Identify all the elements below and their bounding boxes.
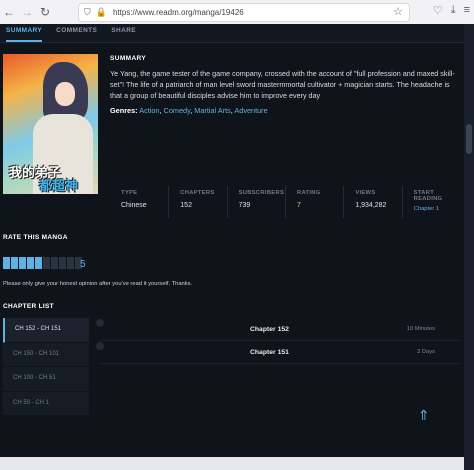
stat-type-value: Chinese — [121, 202, 147, 209]
rating-box[interactable] — [67, 257, 74, 269]
cover-title: 我的弟子 都超神 — [9, 166, 78, 192]
bottom-banner — [0, 457, 464, 470]
tab-share[interactable]: SHARE — [111, 24, 136, 42]
stat-rating-value: 7 — [296, 202, 301, 209]
download-icon[interactable]: ⤓ — [451, 4, 456, 17]
url-text[interactable]: https://www.readm.org/manga/19426 — [113, 8, 244, 17]
cover-title-line2: 都超神 — [39, 178, 79, 193]
stat-rating-label: RATING — [296, 190, 321, 196]
stat-type-label: TYPE — [121, 190, 138, 196]
chapter-title[interactable]: Chapter 152 — [250, 326, 360, 333]
rating-note: Please only give your honest opinion aft… — [3, 281, 193, 287]
shield-icon[interactable]: ⛉ — [84, 7, 91, 18]
lock-icon[interactable]: 🔒 — [96, 7, 107, 18]
rating-box[interactable] — [11, 257, 18, 269]
cover-image: 我的弟子 都超神 — [3, 54, 98, 194]
chapter-time: 10 Minutes — [406, 326, 435, 332]
rating-box[interactable] — [19, 257, 26, 269]
summary-text: Ye Yang, the game tester of the game com… — [110, 69, 455, 100]
chapter-title[interactable]: Chapter 151 — [250, 349, 360, 356]
chapter-range-list: CH 152 - CH 151 CH 150 - CH 101 CH 100 -… — [3, 318, 89, 416]
stat-chapters-value: 152 — [180, 202, 192, 209]
cover-art-face — [55, 82, 75, 106]
chapter-time: 3 Days — [416, 349, 435, 355]
chapter-range-item[interactable]: CH 50 - CH 1 — [3, 391, 89, 416]
star-icon[interactable]: ☆ — [393, 5, 403, 18]
rating-selector[interactable] — [3, 257, 83, 269]
pocket-icon[interactable]: ♡ — [433, 4, 443, 17]
manga-tabs: SUMMARY COMMENTS SHARE — [0, 24, 464, 43]
browser-toolbar: ← → ↻ ⛉ 🔒 https://www.readm.org/manga/19… — [0, 0, 474, 25]
genre-martial-arts[interactable]: Martial Arts — [194, 106, 231, 115]
page-scrollbar[interactable] — [464, 24, 474, 470]
scroll-to-top-icon[interactable]: ⇑ — [418, 408, 430, 422]
menu-icon[interactable]: ≡ — [464, 4, 470, 17]
stat-subscribers: SUBSCRIBERS 739 — [226, 186, 285, 218]
rating-box[interactable] — [59, 257, 66, 269]
chapter-row[interactable]: Chapter 152 10 Minutes — [100, 318, 460, 341]
back-arrow-icon[interactable]: ← — [0, 5, 18, 19]
rate-heading: RATE THIS MANGA — [3, 234, 68, 241]
chapter-range-item[interactable]: CH 150 - CH 101 — [3, 342, 89, 367]
stat-subscribers-label: SUBSCRIBERS — [238, 190, 285, 196]
stat-type: TYPE Chinese — [110, 186, 168, 218]
rating-box[interactable] — [3, 257, 10, 269]
stat-chapters-label: CHAPTERS — [180, 190, 215, 196]
forward-arrow-icon[interactable]: → — [18, 5, 36, 19]
genre-adventure[interactable]: Adventure — [234, 106, 267, 115]
stat-views-label: VIEWS — [355, 190, 376, 196]
reload-icon[interactable]: ↻ — [36, 5, 54, 19]
genre-comedy[interactable]: Comedy — [164, 106, 191, 115]
genre-action[interactable]: Action — [139, 106, 159, 115]
stat-start-reading: START READING Chapter 1 — [401, 186, 460, 218]
stat-views: VIEWS 1,934,282 — [343, 186, 401, 218]
stat-views-value: 1,934,282 — [355, 202, 387, 209]
rating-box[interactable] — [35, 257, 42, 269]
chapter-range-item[interactable]: CH 152 - CH 151 — [3, 318, 89, 343]
stat-start-reading-label: START READING — [413, 190, 443, 202]
stat-subscribers-value: 739 — [238, 202, 251, 209]
start-reading-link[interactable]: Chapter 1 — [414, 206, 439, 212]
chapter-list: Chapter 152 10 Minutes Chapter 151 3 Day… — [100, 318, 460, 364]
rating-box[interactable] — [27, 257, 34, 269]
tab-comments[interactable]: COMMENTS — [56, 24, 97, 42]
chapter-row[interactable]: Chapter 151 3 Days — [100, 341, 460, 364]
rating-box[interactable] — [43, 257, 50, 269]
rating-box[interactable] — [51, 257, 58, 269]
tab-summary[interactable]: SUMMARY — [6, 24, 43, 42]
stat-chapters: CHAPTERS 152 — [168, 186, 226, 218]
stats-bar: TYPE Chinese CHAPTERS 152 SUBSCRIBERS 73… — [110, 186, 460, 218]
summary-heading: SUMMARY — [110, 55, 147, 62]
address-bar[interactable]: ⛉ 🔒 https://www.readm.org/manga/19426 ☆ — [78, 3, 410, 22]
genres-line: Genres: Action, Comedy, Martial Arts, Ad… — [110, 106, 268, 115]
genres-label: Genres: — [110, 106, 138, 115]
chapter-range-item[interactable]: CH 100 - CH 51 — [3, 367, 89, 392]
rating-value: 5 — [80, 259, 86, 270]
chapter-list-heading: CHAPTER LIST — [3, 303, 54, 310]
stat-rating: RATING 7 — [284, 186, 343, 218]
scroll-thumb[interactable] — [466, 124, 472, 154]
